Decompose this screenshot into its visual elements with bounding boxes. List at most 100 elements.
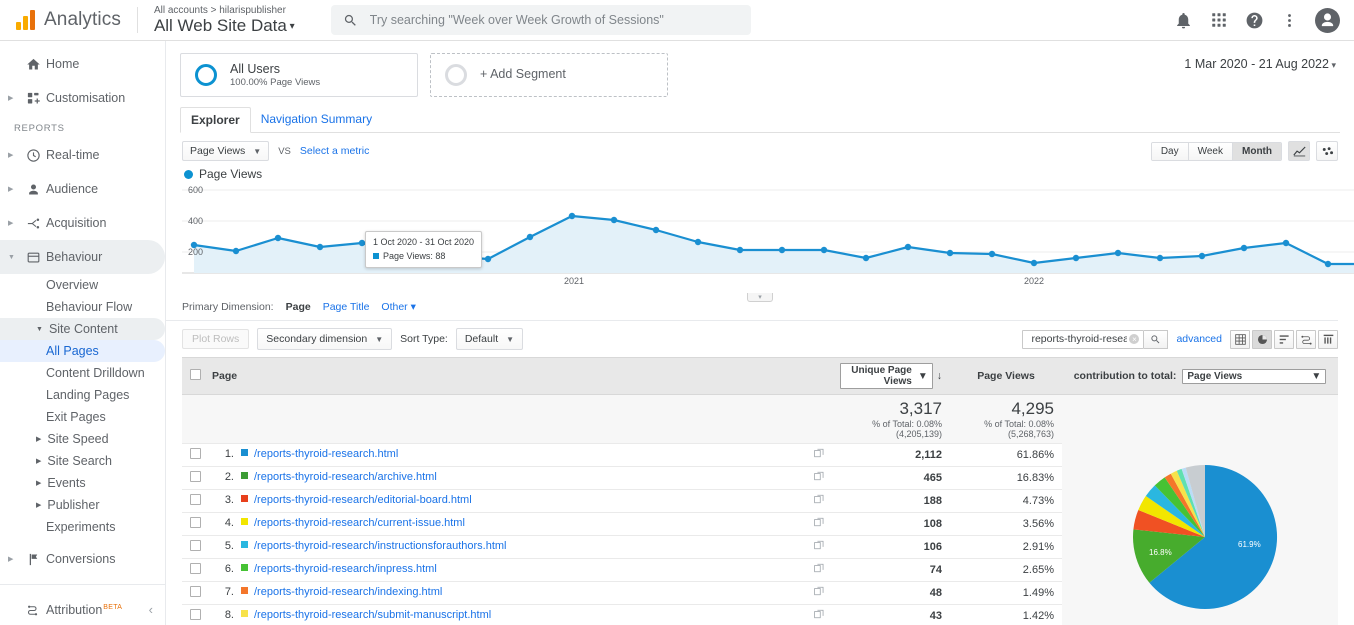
more-vert-icon[interactable]	[1281, 12, 1298, 29]
sidebar-item-home[interactable]: Home	[0, 47, 165, 81]
row-checkbox[interactable]	[190, 494, 201, 505]
open-external-icon[interactable]	[814, 471, 824, 484]
unique-page-views-metric-select[interactable]: Unique Page Views ▼	[840, 363, 933, 389]
global-search[interactable]	[331, 5, 751, 35]
bell-icon[interactable]	[1174, 11, 1193, 30]
sort-type-select[interactable]: Default▼	[456, 328, 523, 350]
apps-grid-icon[interactable]	[1210, 11, 1228, 29]
sidebar-item-site-search[interactable]: ▶Site Search	[0, 450, 165, 472]
sidebar-item-label: Site Speed	[47, 432, 108, 446]
contribution-metric-select[interactable]: Page Views ▼	[1182, 369, 1326, 384]
tab-explorer[interactable]: Explorer	[180, 107, 251, 133]
open-external-icon[interactable]	[814, 563, 824, 576]
pie-view-icon[interactable]	[1252, 330, 1272, 349]
sidebar-item-label: Site Search	[47, 454, 112, 468]
table-search-box[interactable]: ×	[1022, 330, 1144, 349]
chart-resize-handle[interactable]: ▾	[747, 293, 773, 302]
plot-rows-button[interactable]: Plot Rows	[182, 329, 249, 349]
line-chart-icon[interactable]	[1288, 141, 1310, 161]
select-a-metric-link[interactable]: Select a metric	[300, 145, 369, 157]
sidebar-item-content-drilldown[interactable]: Content Drilldown	[0, 362, 165, 384]
granularity-day[interactable]: Day	[1152, 143, 1189, 160]
sidebar-item-site-speed[interactable]: ▶ Site Speed	[0, 428, 165, 450]
chevron-right-icon: ▶	[36, 435, 41, 443]
primary-dimension-page[interactable]: Page	[286, 301, 311, 313]
open-external-icon[interactable]	[814, 448, 824, 461]
sidebar-item-conversions[interactable]: ▶ Conversions	[0, 542, 165, 576]
sidebar-item-all-pages[interactable]: All Pages	[0, 340, 165, 362]
granularity-month[interactable]: Month	[1233, 143, 1281, 160]
sidebar-item-acquisition[interactable]: ▶ Acquisition	[0, 206, 165, 240]
clear-search-icon[interactable]: ×	[1129, 334, 1139, 344]
table-search-input[interactable]	[1029, 332, 1129, 346]
column-header-page-views[interactable]: Page Views	[950, 358, 1062, 395]
comparison-view-icon[interactable]	[1296, 330, 1316, 349]
unique-page-views-label: Unique Page Views	[845, 365, 912, 387]
open-external-icon[interactable]	[814, 494, 824, 507]
row-checkbox[interactable]	[190, 471, 201, 482]
row-checkbox[interactable]	[190, 448, 201, 459]
search-input[interactable]	[368, 12, 739, 28]
open-external-icon[interactable]	[814, 609, 824, 622]
sidebar-item-audience[interactable]: ▶ Audience	[0, 172, 165, 206]
add-segment-button[interactable]: + Add Segment	[430, 53, 668, 97]
column-header-unique-page-views[interactable]: Unique Page Views ▼ ↓	[832, 358, 950, 395]
column-header-page[interactable]: Page	[204, 358, 832, 395]
open-external-icon[interactable]	[814, 540, 824, 553]
row-page-link[interactable]: /reports-thyroid-research.html	[254, 448, 398, 460]
sidebar-item-customisation[interactable]: ▶ Customisation	[0, 81, 165, 115]
row-checkbox[interactable]	[190, 563, 201, 574]
row-checkbox[interactable]	[190, 540, 201, 551]
advanced-link[interactable]: advanced	[1176, 333, 1222, 345]
open-external-icon[interactable]	[814, 586, 824, 599]
granularity-week[interactable]: Week	[1189, 143, 1233, 160]
table-view-icon[interactable]	[1230, 330, 1250, 349]
sort-descending-icon[interactable]: ↓	[937, 370, 942, 382]
sidebar-item-experiments[interactable]: Experiments	[0, 516, 165, 538]
sidebar-item-publisher[interactable]: ▶Publisher	[0, 494, 165, 516]
row-page-link[interactable]: /reports-thyroid-research/archive.html	[254, 471, 437, 483]
pivot-view-icon[interactable]	[1318, 330, 1338, 349]
row-page-link[interactable]: /reports-thyroid-research/indexing.html	[254, 586, 442, 598]
sidebar-item-real-time[interactable]: ▶ Real-time	[0, 138, 165, 172]
collapse-sidebar-button[interactable]: ‹	[149, 602, 153, 617]
row-page-views-pct: 3.56%	[950, 512, 1062, 535]
sidebar-item-landing-pages[interactable]: Landing Pages	[0, 384, 165, 406]
metric-selector[interactable]: Page Views▼	[182, 141, 269, 161]
sidebar-item-behaviour[interactable]: ▼ Behaviour	[0, 240, 165, 274]
scatter-chart-icon[interactable]	[1316, 141, 1338, 161]
sidebar-item-events[interactable]: ▶Events	[0, 472, 165, 494]
avatar[interactable]	[1315, 8, 1340, 33]
row-page-cell: 6./reports-thyroid-research/inpress.html	[204, 558, 832, 581]
row-page-link[interactable]: /reports-thyroid-research/editorial-boar…	[254, 494, 472, 506]
help-icon[interactable]	[1245, 11, 1264, 30]
sidebar-item-site-content[interactable]: ▼Site Content	[0, 318, 165, 340]
primary-dimension-other[interactable]: Other ▾	[381, 301, 415, 313]
performance-view-icon[interactable]	[1274, 330, 1294, 349]
date-range-picker[interactable]: 1 Mar 2020 - 21 Aug 2022 ▾	[1184, 53, 1340, 71]
totals-pageviews-cell: 4,295 % of Total: 0.08% (5,268,763)	[950, 395, 1062, 444]
secondary-dimension-button[interactable]: Secondary dimension▼	[257, 328, 392, 350]
row-checkbox[interactable]	[190, 586, 201, 597]
open-external-icon[interactable]	[814, 517, 824, 530]
row-page-link[interactable]: /reports-thyroid-research/submit-manuscr…	[254, 609, 491, 621]
table-search-button[interactable]	[1144, 330, 1168, 349]
chevron-right-icon: ▶	[36, 479, 41, 487]
segment-all-users[interactable]: All Users 100.00% Page Views	[180, 53, 418, 97]
row-checkbox[interactable]	[190, 609, 201, 620]
row-checkbox[interactable]	[190, 517, 201, 528]
tab-navigation-summary[interactable]: Navigation Summary	[251, 107, 382, 132]
row-page-link[interactable]: /reports-thyroid-research/inpress.html	[254, 563, 437, 575]
y-axis-tick-600: 600	[188, 185, 203, 195]
row-page-link[interactable]: /reports-thyroid-research/instructionsfo…	[254, 540, 506, 552]
primary-dimension-page-title[interactable]: Page Title	[323, 301, 370, 313]
row-page-link[interactable]: /reports-thyroid-research/current-issue.…	[254, 517, 465, 529]
account-selector[interactable]: All accounts > hilarispublisher All Web …	[154, 5, 295, 35]
breadcrumb: All accounts > hilarispublisher	[154, 5, 295, 16]
select-all-checkbox[interactable]	[190, 369, 201, 380]
sidebar-item-exit-pages[interactable]: Exit Pages	[0, 406, 165, 428]
sidebar-item-behaviour-flow[interactable]: Behaviour Flow	[0, 296, 165, 318]
row-page-cell: 2./reports-thyroid-research/archive.html	[204, 466, 832, 489]
sidebar-item-overview[interactable]: Overview	[0, 274, 165, 296]
sidebar-item-attribution[interactable]: AttributionBETA	[0, 593, 165, 625]
